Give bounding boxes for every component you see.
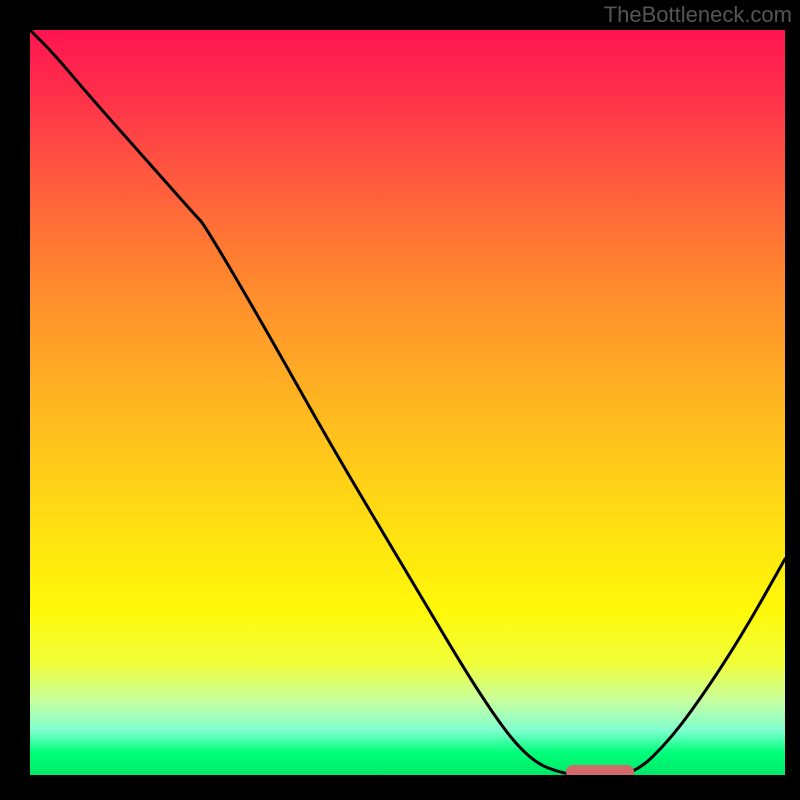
chart-curve-svg — [30, 30, 785, 775]
chart-curve-line — [30, 30, 785, 775]
chart-optimal-marker — [566, 765, 634, 775]
watermark-text: TheBottleneck.com — [604, 2, 792, 28]
chart-plot-area — [30, 30, 785, 775]
